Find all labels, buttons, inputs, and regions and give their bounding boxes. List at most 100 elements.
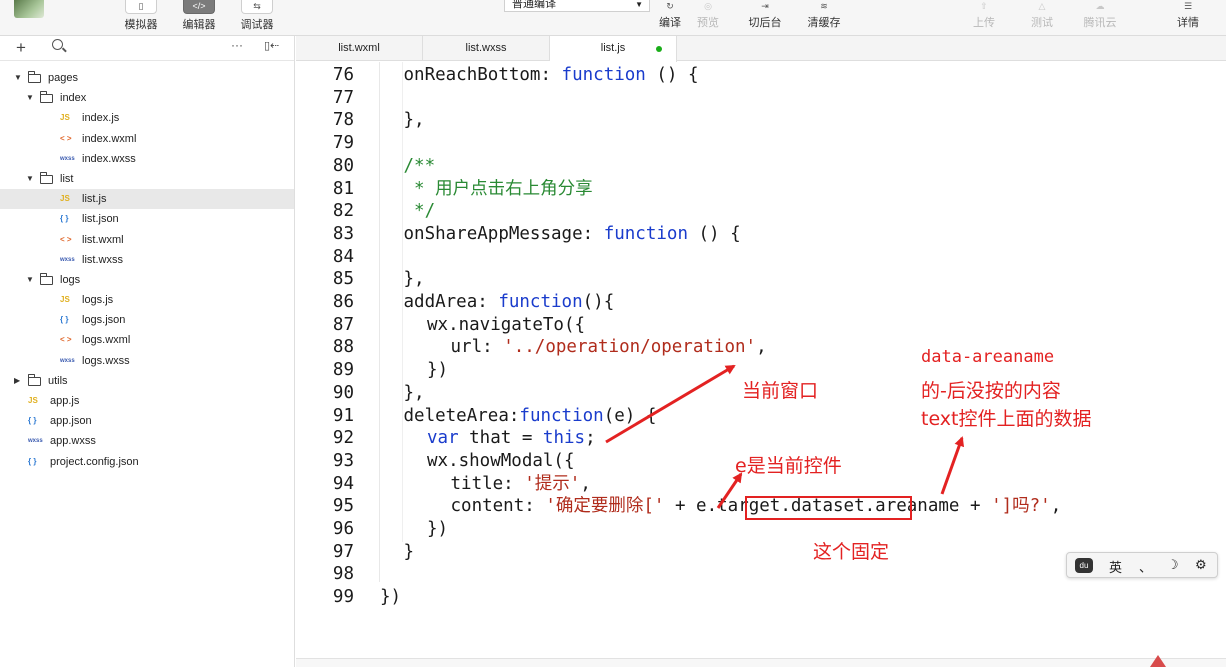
code-token: , <box>580 473 591 494</box>
file-name: list <box>60 172 74 185</box>
code-text: } <box>404 541 415 564</box>
file-item[interactable]: < > index.wxml <box>0 129 294 149</box>
ime-toolbar[interactable]: du 英 、 ☽ ⚙ <box>1066 552 1218 578</box>
file-item[interactable]: < > logs.wxml <box>0 330 294 350</box>
folder-icon <box>28 373 41 386</box>
line-number: 89 <box>332 360 354 381</box>
editor-tabs: list.wxml list.wxss list.js <box>296 36 1226 62</box>
devtools-window: ▯ 模拟器 </> 编辑器 ⇆ 调试器 普通编译 ▼ ↻ 编译 ◎ 预览 ⇥ 切… <box>0 0 1226 667</box>
line-number: 99 <box>332 587 354 608</box>
compile-button[interactable]: ↻ 编译 <box>652 1 688 40</box>
tencent-cloud-button[interactable]: ☁ 腾讯云 <box>1078 1 1122 40</box>
wxml-file-icon: < > <box>60 335 72 345</box>
collapse-panel-icon[interactable]: ▯⇠ <box>264 39 279 52</box>
chevron-right-icon[interactable]: ▶ <box>14 371 20 391</box>
file-name: index.wxml <box>82 132 137 145</box>
code-icon: </> <box>183 0 215 14</box>
file-item[interactable]: { } list.json <box>0 209 294 229</box>
file-item[interactable]: JS index.js <box>0 108 294 128</box>
line-number: 79 <box>332 133 354 154</box>
background-button[interactable]: ⇥ 切后台 <box>744 1 786 40</box>
file-item[interactable]: JS logs.js <box>0 290 294 310</box>
file-item[interactable]: wxss app.wxss <box>0 431 294 451</box>
tab-label: list.wxss <box>465 42 507 54</box>
folder-item[interactable]: ▼ pages <box>0 68 294 88</box>
punctuation-icon[interactable]: 、 <box>1139 557 1152 576</box>
file-name: logs <box>60 273 81 286</box>
json-file-icon: { } <box>28 416 37 426</box>
chevron-down-icon[interactable]: ▼ <box>14 68 22 88</box>
tab-list-wxss[interactable]: list.wxss <box>423 36 550 61</box>
folder-item[interactable]: ▼ index <box>0 88 294 108</box>
json-file-icon: { } <box>28 456 37 466</box>
line-number: 96 <box>332 519 354 539</box>
file-item[interactable]: JS app.js <box>0 391 294 411</box>
code-token: onShareAppMessage: <box>403 223 604 244</box>
more-icon[interactable]: ··· <box>231 38 243 52</box>
settings-icon[interactable]: ⚙ <box>1195 557 1207 573</box>
code-text: wx.navigateTo({ <box>427 314 585 337</box>
code-token: }, <box>403 110 425 131</box>
refresh-icon: ↻ <box>666 1 674 11</box>
js-file-icon: JS <box>60 295 70 305</box>
preview-button[interactable]: ◎ 预览 <box>690 1 726 40</box>
file-item[interactable]: JS list.js <box>0 189 294 210</box>
chevron-down-icon: ▼ <box>635 0 643 9</box>
file-item[interactable]: wxss index.wxss <box>0 149 294 169</box>
file-name: list.js <box>82 193 107 206</box>
folder-item[interactable]: ▼ logs <box>0 270 294 290</box>
code-text: onShareAppMessage: function () { <box>404 223 741 246</box>
folder-icon <box>28 71 41 83</box>
upload-button[interactable]: ⇧ 上传 <box>966 1 1002 40</box>
simulator-button[interactable]: ▯ 模拟器 <box>122 0 160 34</box>
file-item[interactable]: { } logs.json <box>0 310 294 330</box>
language-toggle[interactable]: 英 <box>1109 557 1122 576</box>
debugger-button[interactable]: ⇆ 调试器 <box>238 0 276 34</box>
file-name: index <box>60 92 87 105</box>
folder-item[interactable]: ▼ list <box>0 169 294 189</box>
line-number: 90 <box>332 382 354 403</box>
editor-button[interactable]: </> 编辑器 <box>180 0 218 34</box>
code-text: url: '../operation/operation', <box>451 336 767 359</box>
file-name: utils <box>48 374 68 387</box>
chevron-down-icon[interactable]: ▼ <box>26 88 34 108</box>
file-item[interactable]: { } project.config.json <box>0 452 294 472</box>
file-item[interactable]: < > list.wxml <box>0 230 294 250</box>
code-text: }) <box>380 586 401 609</box>
details-button[interactable]: ☰ 详情 <box>1170 1 1206 40</box>
test-button[interactable]: △ 测试 <box>1024 1 1060 40</box>
code-token: */ <box>403 201 436 222</box>
line-number: 81 <box>332 178 354 199</box>
file-item[interactable]: wxss logs.wxss <box>0 351 294 371</box>
file-name: list.wxml <box>82 233 124 246</box>
avatar[interactable] <box>14 0 44 18</box>
chevron-down-icon[interactable]: ▼ <box>26 270 34 290</box>
line-number: 82 <box>332 201 354 222</box>
folder-item[interactable]: ▶ utils <box>0 371 294 391</box>
status-bar <box>296 658 1226 667</box>
code-token: (e) { <box>603 405 657 426</box>
clear-cache-button[interactable]: ≋ 清缓存 <box>802 1 846 40</box>
tab-label: list.js <box>600 42 626 54</box>
line-number: 97 <box>332 541 354 562</box>
tab-list-wxml[interactable]: list.wxml <box>296 36 423 61</box>
add-file-icon[interactable]: + <box>16 38 26 58</box>
wxml-file-icon: < > <box>60 133 72 143</box>
code-token: function <box>603 223 688 244</box>
file-item[interactable]: { } app.json <box>0 411 294 431</box>
code-token: }) <box>427 519 449 539</box>
code-text: onReachBottom: function () { <box>404 64 699 87</box>
tab-list-js[interactable]: list.js <box>550 36 677 62</box>
code-token: function <box>519 405 604 426</box>
code-text: /** <box>404 155 436 178</box>
compile-mode-select[interactable]: 普通编译 ▼ <box>504 0 650 12</box>
wxss-file-icon: wxss <box>60 357 75 364</box>
file-item[interactable]: wxss list.wxss <box>0 250 294 270</box>
highlight-box <box>745 496 912 520</box>
eye-icon: ◎ <box>704 1 712 11</box>
code-text: addArea: function(){ <box>404 291 615 314</box>
search-icon[interactable] <box>52 39 63 50</box>
chevron-down-icon[interactable]: ▼ <box>26 169 34 189</box>
moon-icon[interactable]: ☽ <box>1167 557 1179 573</box>
wxss-file-icon: wxss <box>28 438 43 445</box>
